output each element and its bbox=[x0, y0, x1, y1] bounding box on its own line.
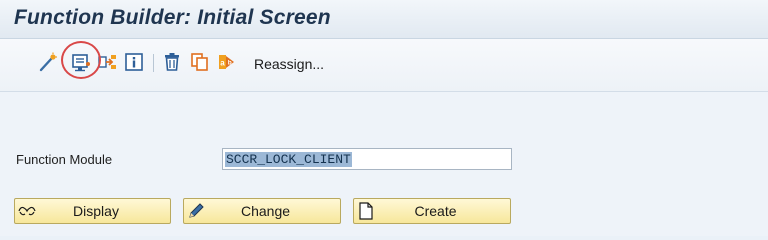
delete-icon[interactable] bbox=[162, 52, 182, 72]
new-document-icon bbox=[357, 202, 375, 220]
change-button-label: Change bbox=[240, 203, 291, 219]
copy-icon[interactable] bbox=[190, 52, 210, 72]
create-button-label: Create bbox=[414, 203, 457, 219]
application-toolbar: a b Reassign... bbox=[0, 39, 768, 92]
info-icon[interactable] bbox=[124, 52, 144, 72]
glasses-icon bbox=[18, 202, 36, 220]
page-title: Function Builder: Initial Screen bbox=[14, 6, 331, 29]
display-button[interactable]: Display bbox=[14, 198, 171, 224]
highlight-circle-annotation bbox=[61, 41, 101, 79]
pencil-icon bbox=[187, 202, 205, 220]
reassign-button[interactable]: Reassign... bbox=[254, 56, 324, 72]
function-module-value: SCCR_LOCK_CLIENT bbox=[225, 152, 352, 167]
display-button-label: Display bbox=[73, 203, 119, 219]
create-button[interactable]: Create bbox=[353, 198, 511, 224]
title-bar: Function Builder: Initial Screen bbox=[0, 0, 768, 39]
svg-text:a: a bbox=[220, 59, 225, 68]
change-button[interactable]: Change bbox=[183, 198, 341, 224]
function-module-input[interactable]: SCCR_LOCK_CLIENT bbox=[222, 148, 512, 170]
svg-text:b: b bbox=[228, 60, 232, 67]
rename-icon[interactable]: a b bbox=[217, 52, 237, 72]
wand-icon[interactable] bbox=[38, 52, 58, 72]
function-module-label: Function Module bbox=[16, 152, 113, 167]
toolbar-separator bbox=[153, 54, 154, 72]
